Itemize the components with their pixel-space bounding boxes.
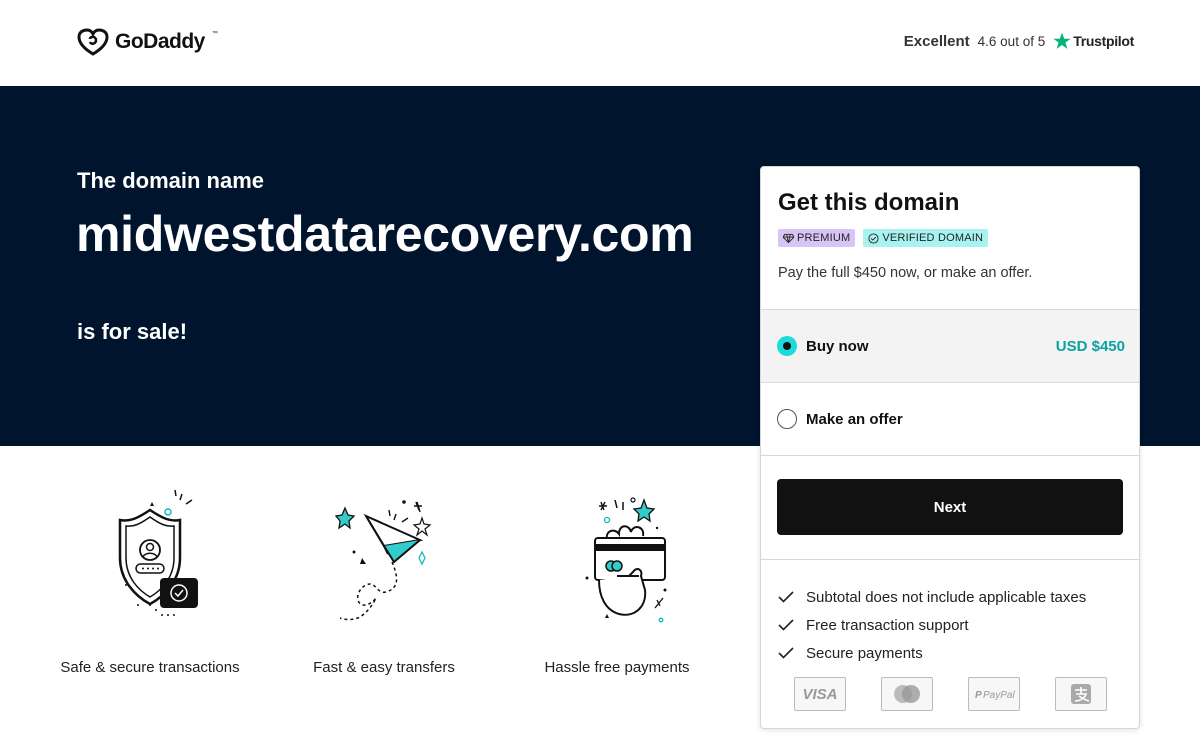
top-bar: GoDaddy ™ Excellent 4.6 out of 5 Trustpil… [0,0,1200,86]
feature-label: Safe & secure transactions [60,659,240,676]
visa-icon: VISA [794,677,846,711]
verified-badge-label: VERIFIED DOMAIN [882,232,984,244]
purchase-card: Get this domain PREMIUM VERIFIED DOMAIN … [760,166,1140,729]
hero-pre-text: The domain name [77,168,265,193]
feature-secure: Safe & secure transactions [60,480,240,680]
shield-icon [118,489,198,616]
card-subtitle: Pay the full $450 now, or make an offer. [778,265,1033,281]
buy-now-radio[interactable] [777,336,797,356]
payment-methods: VISA P PayPal [794,677,1107,711]
buy-now-label: Buy now [806,337,869,355]
benefit-item: Secure payments [778,639,1086,667]
verified-badge: VERIFIED DOMAIN [863,229,989,247]
benefit-text: Subtotal does not include applicable tax… [806,588,1087,606]
benefit-item: Free transaction support [778,611,1086,639]
rating-label: Excellent [903,32,970,50]
benefit-text: Secure payments [806,644,923,662]
buy-now-option[interactable]: Buy now USD $450 [761,309,1139,382]
godaddy-logo[interactable]: GoDaddy ™ [77,28,218,56]
trustpilot-star-icon [1053,32,1071,49]
divider [761,559,1139,560]
make-offer-option[interactable]: Make an offer [761,382,1139,455]
premium-badge: PREMIUM [778,229,856,247]
rating-score: 4.6 out of 5 [977,33,1046,49]
premium-badge-label: PREMIUM [797,232,851,244]
card-title: Get this domain [778,189,960,216]
feature-label: Fast & easy transfers [313,659,455,676]
mastercard-icon [881,677,933,711]
buy-now-price: USD $450 [1055,337,1125,355]
feature-label: Hassle free payments [544,659,690,676]
diamond-icon [783,233,794,243]
paper-plane-icon [334,500,432,621]
hand-card-icon [585,497,667,623]
paypal-icon: P PayPal [968,677,1020,711]
check-icon [778,591,794,603]
domain-name: midwestdatarecovery.com [76,206,694,262]
svg-text:P: P [975,690,982,701]
feature-payments: Hassle free payments [527,480,707,680]
check-circle-icon [868,232,879,244]
benefits-list: Subtotal does not include applicable tax… [778,583,1086,667]
trustpilot-brand: Trustpilot [1053,32,1134,50]
benefit-text: Free transaction support [806,616,969,634]
badge-row: PREMIUM VERIFIED DOMAIN [778,229,989,247]
feature-transfers: Fast & easy transfers [294,480,474,680]
svg-text:VISA: VISA [802,686,837,703]
logo-text: GoDaddy [115,30,205,53]
make-offer-label: Make an offer [806,410,903,428]
check-icon [778,647,794,659]
features-section: Safe & secure transactions Fast & easy t… [60,480,740,720]
next-button[interactable]: Next [777,479,1123,535]
benefit-item: Subtotal does not include applicable tax… [778,583,1086,611]
check-icon [778,619,794,631]
hero-post-text: is for sale! [77,319,188,344]
trustpilot-rating[interactable]: Excellent 4.6 out of 5 Trustpilot [903,32,1135,50]
trustpilot-label: Trustpilot [1073,33,1134,49]
divider [761,455,1139,456]
make-offer-radio[interactable] [777,409,797,429]
alipay-icon [1055,677,1107,711]
svg-text:PayPal: PayPal [983,690,1015,701]
godaddy-heart-icon [77,28,109,56]
